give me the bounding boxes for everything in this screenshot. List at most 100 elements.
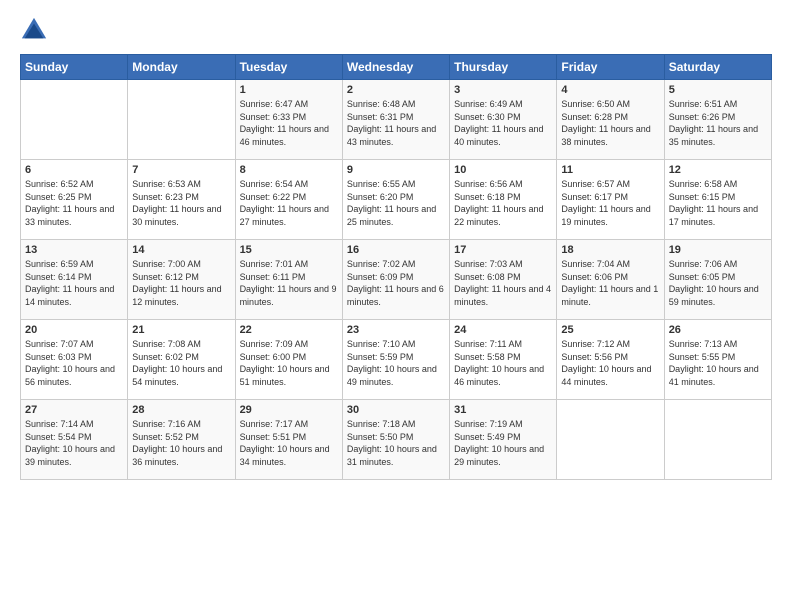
- day-cell: 20 Sunrise: 7:07 AM Sunset: 6:03 PM Dayli…: [21, 320, 128, 400]
- day-number: 25: [561, 324, 659, 336]
- day-cell: 21 Sunrise: 7:08 AM Sunset: 6:02 PM Dayli…: [128, 320, 235, 400]
- day-number: 20: [25, 324, 123, 336]
- week-row-3: 13 Sunrise: 6:59 AM Sunset: 6:14 PM Dayli…: [21, 240, 772, 320]
- logo-icon: [20, 16, 48, 44]
- day-info: Sunrise: 7:12 AM Sunset: 5:56 PM Dayligh…: [561, 338, 659, 388]
- header-cell-saturday: Saturday: [664, 55, 771, 80]
- day-cell: 2Sunrise: 6:48 AM Sunset: 6:31 PM Daylig…: [342, 80, 449, 160]
- day-number: 14: [132, 244, 230, 256]
- day-info: Sunrise: 7:02 AM Sunset: 6:09 PM Dayligh…: [347, 258, 445, 308]
- day-info: Sunrise: 7:17 AM Sunset: 5:51 PM Dayligh…: [240, 418, 338, 468]
- day-info: Sunrise: 6:50 AM Sunset: 6:28 PM Dayligh…: [561, 98, 659, 148]
- day-number: 22: [240, 324, 338, 336]
- day-cell: 4Sunrise: 6:50 AM Sunset: 6:28 PM Daylig…: [557, 80, 664, 160]
- day-cell: 16 Sunrise: 7:02 AM Sunset: 6:09 PM Dayli…: [342, 240, 449, 320]
- day-info: Sunrise: 7:16 AM Sunset: 5:52 PM Dayligh…: [132, 418, 230, 468]
- day-info: Sunrise: 7:07 AM Sunset: 6:03 PM Dayligh…: [25, 338, 123, 388]
- day-number: 21: [132, 324, 230, 336]
- day-info: Sunrise: 7:03 AM Sunset: 6:08 PM Dayligh…: [454, 258, 552, 308]
- day-info: Sunrise: 6:51 AM Sunset: 6:26 PM Dayligh…: [669, 98, 767, 148]
- day-info: Sunrise: 6:53 AM Sunset: 6:23 PM Dayligh…: [132, 178, 230, 228]
- day-number: 8: [240, 164, 338, 176]
- day-cell: 15 Sunrise: 7:01 AM Sunset: 6:11 PM Dayli…: [235, 240, 342, 320]
- day-info: Sunrise: 6:49 AM Sunset: 6:30 PM Dayligh…: [454, 98, 552, 148]
- day-cell: [557, 400, 664, 480]
- header-cell-monday: Monday: [128, 55, 235, 80]
- day-number: 31: [454, 404, 552, 416]
- day-info: Sunrise: 7:10 AM Sunset: 5:59 PM Dayligh…: [347, 338, 445, 388]
- day-cell: 23 Sunrise: 7:10 AM Sunset: 5:59 PM Dayli…: [342, 320, 449, 400]
- day-info: Sunrise: 6:54 AM Sunset: 6:22 PM Dayligh…: [240, 178, 338, 228]
- day-info: Sunrise: 6:47 AM Sunset: 6:33 PM Dayligh…: [240, 98, 338, 148]
- week-row-4: 20 Sunrise: 7:07 AM Sunset: 6:03 PM Dayli…: [21, 320, 772, 400]
- day-number: 16: [347, 244, 445, 256]
- header-row: SundayMondayTuesdayWednesdayThursdayFrid…: [21, 55, 772, 80]
- day-info: Sunrise: 7:19 AM Sunset: 5:49 PM Dayligh…: [454, 418, 552, 468]
- day-number: 10: [454, 164, 552, 176]
- day-info: Sunrise: 7:14 AM Sunset: 5:54 PM Dayligh…: [25, 418, 123, 468]
- header-cell-wednesday: Wednesday: [342, 55, 449, 80]
- day-cell: 14Sunrise: 7:00 AM Sunset: 6:12 PM Dayli…: [128, 240, 235, 320]
- day-number: 6: [25, 164, 123, 176]
- day-info: Sunrise: 7:01 AM Sunset: 6:11 PM Dayligh…: [240, 258, 338, 308]
- day-cell: [21, 80, 128, 160]
- header-cell-friday: Friday: [557, 55, 664, 80]
- day-cell: 29 Sunrise: 7:17 AM Sunset: 5:51 PM Dayli…: [235, 400, 342, 480]
- day-cell: 10 Sunrise: 6:56 AM Sunset: 6:18 PM Dayli…: [450, 160, 557, 240]
- day-info: Sunrise: 6:57 AM Sunset: 6:17 PM Dayligh…: [561, 178, 659, 228]
- day-number: 23: [347, 324, 445, 336]
- day-info: Sunrise: 7:04 AM Sunset: 6:06 PM Dayligh…: [561, 258, 659, 308]
- calendar-page: SundayMondayTuesdayWednesdayThursdayFrid…: [0, 0, 792, 612]
- day-number: 2: [347, 84, 445, 96]
- day-cell: 6 Sunrise: 6:52 AM Sunset: 6:25 PM Daylig…: [21, 160, 128, 240]
- day-number: 29: [240, 404, 338, 416]
- day-cell: 1Sunrise: 6:47 AM Sunset: 6:33 PM Daylig…: [235, 80, 342, 160]
- week-row-2: 6 Sunrise: 6:52 AM Sunset: 6:25 PM Daylig…: [21, 160, 772, 240]
- day-number: 28: [132, 404, 230, 416]
- day-number: 26: [669, 324, 767, 336]
- calendar-table: SundayMondayTuesdayWednesdayThursdayFrid…: [20, 54, 772, 480]
- day-cell: 28 Sunrise: 7:16 AM Sunset: 5:52 PM Dayli…: [128, 400, 235, 480]
- week-row-5: 27 Sunrise: 7:14 AM Sunset: 5:54 PM Dayli…: [21, 400, 772, 480]
- day-number: 9: [347, 164, 445, 176]
- day-cell: 9 Sunrise: 6:55 AM Sunset: 6:20 PM Daylig…: [342, 160, 449, 240]
- day-cell: [664, 400, 771, 480]
- day-cell: 7Sunrise: 6:53 AM Sunset: 6:23 PM Daylig…: [128, 160, 235, 240]
- day-number: 13: [25, 244, 123, 256]
- day-info: Sunrise: 6:55 AM Sunset: 6:20 PM Dayligh…: [347, 178, 445, 228]
- day-number: 19: [669, 244, 767, 256]
- logo-area: [20, 16, 52, 44]
- day-info: Sunrise: 6:52 AM Sunset: 6:25 PM Dayligh…: [25, 178, 123, 228]
- day-number: 30: [347, 404, 445, 416]
- day-cell: 24 Sunrise: 7:11 AM Sunset: 5:58 PM Dayli…: [450, 320, 557, 400]
- day-cell: 13 Sunrise: 6:59 AM Sunset: 6:14 PM Dayli…: [21, 240, 128, 320]
- day-cell: 26 Sunrise: 7:13 AM Sunset: 5:55 PM Dayli…: [664, 320, 771, 400]
- day-number: 12: [669, 164, 767, 176]
- day-cell: 11Sunrise: 6:57 AM Sunset: 6:17 PM Dayli…: [557, 160, 664, 240]
- day-info: Sunrise: 7:09 AM Sunset: 6:00 PM Dayligh…: [240, 338, 338, 388]
- day-info: Sunrise: 6:56 AM Sunset: 6:18 PM Dayligh…: [454, 178, 552, 228]
- day-cell: 31 Sunrise: 7:19 AM Sunset: 5:49 PM Dayli…: [450, 400, 557, 480]
- day-number: 18: [561, 244, 659, 256]
- header-cell-tuesday: Tuesday: [235, 55, 342, 80]
- day-cell: 27 Sunrise: 7:14 AM Sunset: 5:54 PM Dayli…: [21, 400, 128, 480]
- calendar-body: 1Sunrise: 6:47 AM Sunset: 6:33 PM Daylig…: [21, 80, 772, 480]
- day-info: Sunrise: 6:59 AM Sunset: 6:14 PM Dayligh…: [25, 258, 123, 308]
- day-cell: 22 Sunrise: 7:09 AM Sunset: 6:00 PM Dayli…: [235, 320, 342, 400]
- day-info: Sunrise: 7:18 AM Sunset: 5:50 PM Dayligh…: [347, 418, 445, 468]
- day-cell: 25 Sunrise: 7:12 AM Sunset: 5:56 PM Dayli…: [557, 320, 664, 400]
- day-cell: 3 Sunrise: 6:49 AM Sunset: 6:30 PM Daylig…: [450, 80, 557, 160]
- day-cell: 19Sunrise: 7:06 AM Sunset: 6:05 PM Dayli…: [664, 240, 771, 320]
- day-number: 27: [25, 404, 123, 416]
- day-cell: 30 Sunrise: 7:18 AM Sunset: 5:50 PM Dayli…: [342, 400, 449, 480]
- day-cell: 12Sunrise: 6:58 AM Sunset: 6:15 PM Dayli…: [664, 160, 771, 240]
- day-info: Sunrise: 7:08 AM Sunset: 6:02 PM Dayligh…: [132, 338, 230, 388]
- day-number: 3: [454, 84, 552, 96]
- day-number: 24: [454, 324, 552, 336]
- day-info: Sunrise: 7:11 AM Sunset: 5:58 PM Dayligh…: [454, 338, 552, 388]
- day-cell: 8 Sunrise: 6:54 AM Sunset: 6:22 PM Daylig…: [235, 160, 342, 240]
- day-number: 17: [454, 244, 552, 256]
- day-info: Sunrise: 7:13 AM Sunset: 5:55 PM Dayligh…: [669, 338, 767, 388]
- week-row-1: 1Sunrise: 6:47 AM Sunset: 6:33 PM Daylig…: [21, 80, 772, 160]
- day-number: 15: [240, 244, 338, 256]
